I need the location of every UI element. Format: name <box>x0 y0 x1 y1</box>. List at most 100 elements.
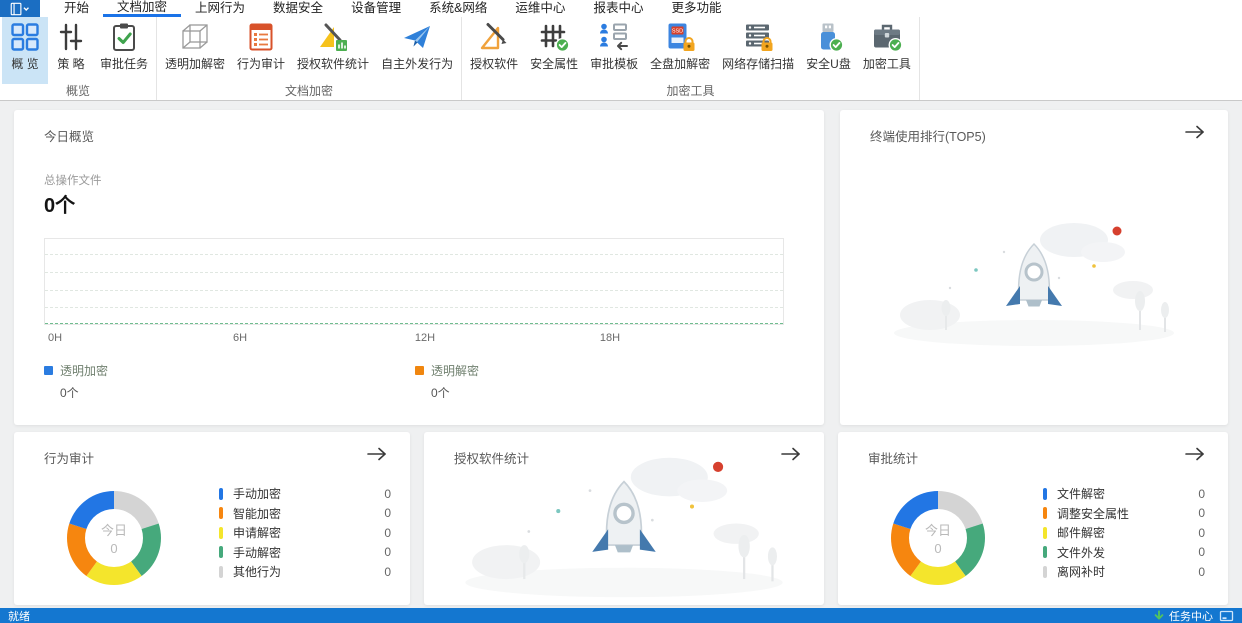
card-title: 今日概览 <box>44 130 95 144</box>
ribbon-button-behavior-audit[interactable]: 行为审计 <box>231 17 291 84</box>
ribbon-button-label: 安全属性 <box>530 57 579 71</box>
menu-tab-ops-center[interactable]: 运维中心 <box>501 0 579 17</box>
task-center-button[interactable]: 任务中心 <box>1153 608 1213 623</box>
legend-value: 0 <box>1198 525 1205 540</box>
legend-label: 智能加密 <box>233 506 282 521</box>
legend-item: 其他行为 0 <box>219 562 391 582</box>
terminal-ranking-card: 终端使用排行(TOP5) <box>840 110 1228 425</box>
gridline <box>45 254 783 256</box>
total-files-value: 0个 <box>44 195 76 217</box>
approval-legend: 文件解密 0 调整安全属性 0 邮件解密 0 文件外发 0 离网补时 0 <box>1043 484 1205 582</box>
menu-tab-home[interactable]: 开始 <box>50 0 103 17</box>
grid-icon <box>9 21 41 53</box>
legend-value: 0 <box>384 564 391 579</box>
ribbon-button-licensed-software[interactable]: 授权软件 <box>464 17 524 84</box>
arrow-right-icon[interactable] <box>1184 446 1206 464</box>
svg-text:0: 0 <box>934 541 941 556</box>
legend-value: 0 <box>384 525 391 540</box>
arrow-right-icon[interactable] <box>1184 124 1206 142</box>
download-arrow-icon <box>1153 609 1165 622</box>
ribbon-button-licensed-software-stats[interactable]: 授权软件统计 <box>291 17 375 84</box>
usb-check-icon <box>812 21 844 53</box>
ribbon-button-network-storage-scan[interactable]: 网络存储扫描 <box>716 17 800 84</box>
ribbon-group: 透明加解密 行为审计 授权软件统计 自主外发行为文档加密 <box>157 17 463 100</box>
legend-item: 智能加密 0 <box>219 504 391 524</box>
legend-value: 0 <box>1198 506 1205 521</box>
paper-plane-icon <box>401 21 433 53</box>
approval-donut-chart: 今日 0 <box>891 491 985 585</box>
org-template-icon <box>598 21 630 53</box>
menu-tab-web-behavior[interactable]: 上网行为 <box>181 0 259 17</box>
app-window-icon <box>8 2 32 16</box>
x-tick: 6H <box>232 332 248 344</box>
setsquare-pencil-icon <box>478 21 510 53</box>
ribbon-button-label: 策 略 <box>57 57 85 71</box>
gridline <box>45 307 783 308</box>
legend-label: 文件解密 <box>1057 487 1106 502</box>
legend-marker <box>219 565 223 578</box>
licensed-software-stats-card: 授权软件统计 <box>424 432 824 605</box>
legend-label: 调整安全属性 <box>1057 506 1130 521</box>
ribbon-button-encrypt-tools[interactable]: 加密工具 <box>857 17 917 84</box>
ribbon-button-label: 行为审计 <box>237 57 286 71</box>
server-lock-icon <box>742 21 774 53</box>
ribbon-button-approval-template[interactable]: 审批模板 <box>584 17 644 84</box>
ribbon-button-policy[interactable]: 策 略 <box>48 17 94 84</box>
task-window-icon[interactable] <box>1219 610 1234 622</box>
legend-marker <box>415 366 424 375</box>
axis-baseline <box>45 323 783 324</box>
sliders-icon <box>55 21 87 53</box>
legend-marker <box>1043 546 1047 559</box>
x-tick: 12H <box>414 332 436 344</box>
card-title: 终端使用排行(TOP5) <box>870 130 986 144</box>
task-center-label: 任务中心 <box>1169 610 1213 623</box>
ribbon-group-label: 加密工具 <box>666 84 715 98</box>
legend-item: 邮件解密 0 <box>1043 523 1205 543</box>
ribbon-button-overview[interactable]: 概 览 <box>2 17 48 84</box>
legend-marker <box>219 487 223 500</box>
legend-marker <box>219 546 223 559</box>
legend-label: 手动解密 <box>233 545 282 560</box>
legend-value: 0 <box>1198 564 1205 579</box>
ribbon-group-label: 概览 <box>66 84 91 98</box>
today-overview-card: 今日概览 总操作文件 0个 0H 6H 12H 18H 透明加密 0个 透明解密… <box>14 110 824 425</box>
card-title: 审批统计 <box>868 452 919 466</box>
ribbon-group-label: 文档加密 <box>285 84 334 98</box>
ribbon-button-label: 透明加解密 <box>165 57 226 71</box>
ribbon-button-fulldisk-crypt[interactable]: SSD 全盘加解密 <box>644 17 716 84</box>
legend-value: 0个 <box>60 386 79 400</box>
menu-tab-doc-encrypt[interactable]: 文档加密 <box>103 0 182 17</box>
empty-state-illustration <box>884 202 1184 352</box>
doc-list-icon <box>245 21 277 53</box>
ribbon-button-label: 全盘加解密 <box>650 57 711 71</box>
menu-tab-data-security[interactable]: 数据安全 <box>259 0 337 17</box>
legend-item: 申请解密 0 <box>219 523 391 543</box>
gridline <box>45 272 783 274</box>
card-title: 行为审计 <box>44 452 95 466</box>
menu-tab-report-center[interactable]: 报表中心 <box>579 0 657 17</box>
app-menu-button[interactable] <box>0 0 40 17</box>
gridline <box>45 290 783 291</box>
legend-item: 文件解密 0 <box>1043 484 1205 504</box>
menu-tab-device-mgmt[interactable]: 设备管理 <box>337 0 415 17</box>
chart-pencil-icon <box>317 21 349 53</box>
menu-tab-more-features[interactable]: 更多功能 <box>657 0 735 17</box>
ribbon-button-secure-usb[interactable]: 安全U盘 <box>800 17 857 84</box>
ribbon-button-label: 自主外发行为 <box>381 57 454 71</box>
approval-stats-card: 审批统计 今日 0 文件解密 0 调整安全属性 0 邮件解密 0 文件外发 0 离网补时 0 <box>838 432 1228 605</box>
menu-tabs: 开始 文档加密 上网行为 数据安全 设备管理 系统&网络 运维中心 报表中心 更多功能 <box>50 0 735 17</box>
ribbon-button-approval-tasks[interactable]: 审批任务 <box>94 17 154 84</box>
arrow-right-icon[interactable] <box>366 446 388 464</box>
ssd-lock-icon: SSD <box>664 21 696 53</box>
cube-icon <box>179 21 211 53</box>
ribbon-button-security-attr[interactable]: 安全属性 <box>524 17 584 84</box>
menu-tab-system-network[interactable]: 系统&网络 <box>415 0 501 17</box>
ribbon-button-label: 授权软件统计 <box>297 57 370 71</box>
ribbon-button-label: 概 览 <box>11 57 39 71</box>
ribbon-button-transparent-crypt[interactable]: 透明加解密 <box>159 17 231 84</box>
legend-label: 手动加密 <box>233 487 282 502</box>
toolbox-check-icon <box>871 21 903 53</box>
fence-check-icon <box>538 21 570 53</box>
ribbon-button-self-outgoing[interactable]: 自主外发行为 <box>375 17 459 84</box>
legend-label: 其他行为 <box>233 565 282 580</box>
